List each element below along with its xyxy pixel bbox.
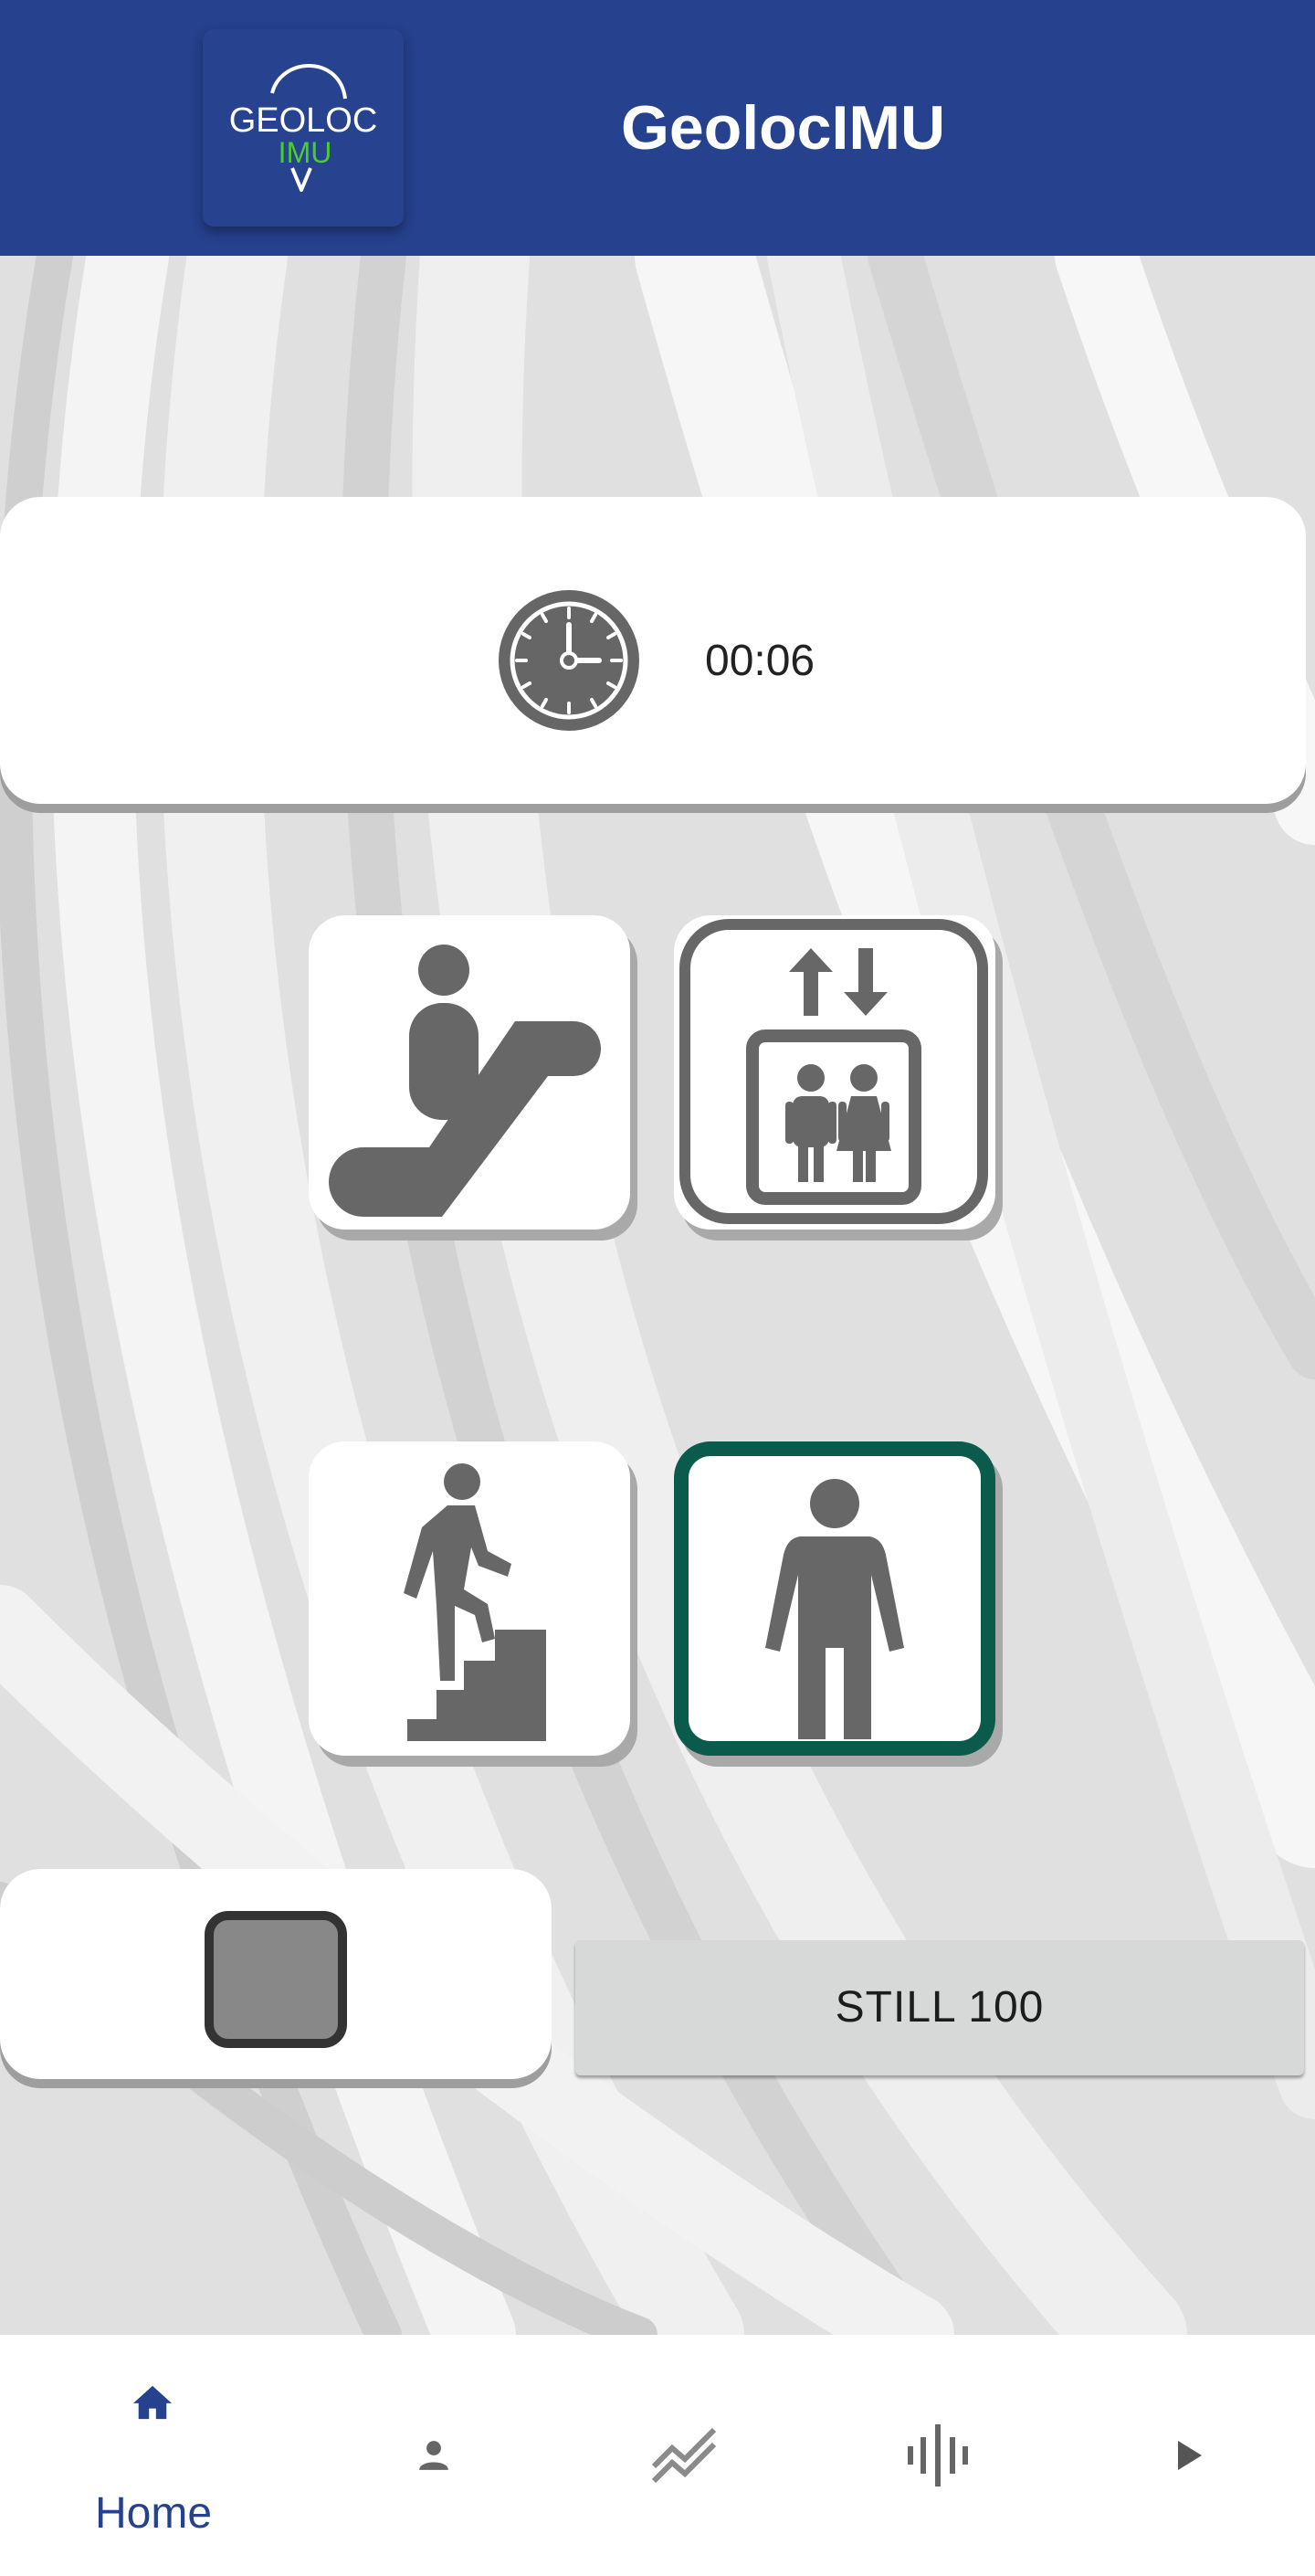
activity-status-text: STILL 100 <box>835 1983 1045 2032</box>
app-title: GeolocIMU <box>621 93 946 163</box>
activity-still-button[interactable] <box>674 1441 995 1756</box>
logo-text-imu: IMU <box>279 136 332 169</box>
stairs-icon <box>404 1463 546 1741</box>
home-icon <box>133 2385 172 2420</box>
activity-elevator-button[interactable] <box>674 915 995 1230</box>
person-icon <box>419 2441 448 2470</box>
recording-control-card <box>0 1869 552 2079</box>
clock-icon <box>499 590 639 731</box>
nav-profile[interactable] <box>416 2437 451 2474</box>
waveform-icon <box>908 2424 968 2486</box>
nav-home[interactable] <box>132 2382 174 2421</box>
timer-value: 00:06 <box>705 637 815 685</box>
nav-signal[interactable] <box>906 2423 970 2488</box>
play-icon <box>1178 2441 1202 2470</box>
activity-escalator-button[interactable] <box>309 915 630 1230</box>
logo-text-geoloc: GEOLOC <box>229 101 378 140</box>
activity-status-display: STILL 100 <box>575 1940 1304 2075</box>
activity-stairs-button[interactable] <box>309 1441 630 1756</box>
app-logo: GEOLOC IMU <box>203 29 404 227</box>
nav-home-label[interactable]: Home <box>66 2488 241 2539</box>
nav-statistics[interactable] <box>650 2426 720 2483</box>
timer-card: 00:06 <box>0 497 1306 804</box>
nav-play[interactable] <box>1178 2441 1202 2470</box>
standing-person-icon <box>765 1479 904 1739</box>
escalator-icon <box>329 945 601 1217</box>
elevator-icon <box>679 919 988 1224</box>
bottom-navigation: Home <box>0 2335 1315 2576</box>
trend-chart-icon <box>651 2427 717 2483</box>
app-header: GEOLOC IMU GeolocIMU <box>0 0 1315 256</box>
stop-icon[interactable] <box>205 1911 347 2048</box>
geoloc-pin-logo-icon: GEOLOC IMU <box>229 64 378 192</box>
